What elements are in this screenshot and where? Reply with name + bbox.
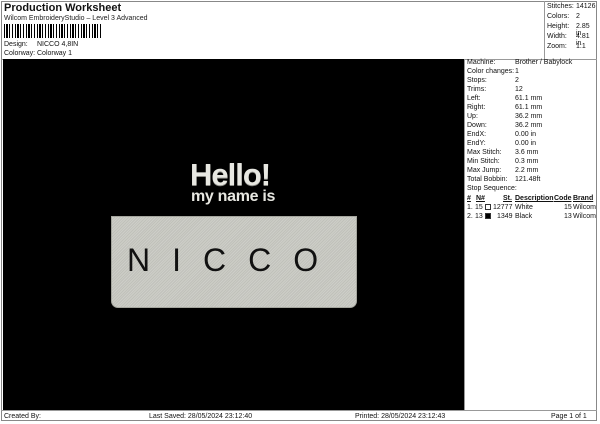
summary-row: Zoom: 1:1 xyxy=(547,43,586,50)
page-title: Production Worksheet xyxy=(4,2,122,14)
info-row: Stops: 2 xyxy=(467,77,519,84)
page-number: Page 1 of 1 xyxy=(551,413,587,420)
printed-date: Printed: 28/05/2024 23:12:43 xyxy=(355,413,446,420)
info-row: Min Stitch: 0.3 mm xyxy=(467,158,539,165)
summary-row: Width: 4.81 in xyxy=(547,33,590,47)
info-row: EndY: 0.00 in xyxy=(467,140,537,147)
color-swatch xyxy=(485,204,491,210)
column-header: N# xyxy=(476,195,485,202)
info-row: Trims: 12 xyxy=(467,86,523,93)
info-row: Total Bobbin: 121.48ft xyxy=(467,176,541,183)
info-divider xyxy=(464,59,465,410)
column-header: Brand xyxy=(573,195,594,202)
summary-row: Height: 2.85 in xyxy=(547,23,590,37)
column-header: Code xyxy=(554,195,572,202)
barcode xyxy=(4,24,102,38)
info-row: Color changes: 1 xyxy=(467,68,519,75)
info-row: EndX: 0.00 in xyxy=(467,131,537,138)
name-text: NICCO xyxy=(127,242,341,278)
design-value: NICCO 4,8IN xyxy=(37,41,79,48)
stop-sequence-title: Stop Sequence: xyxy=(467,185,517,192)
info-row: Machine: Brother / Babylock xyxy=(467,59,573,66)
summary-row: Colors: 2 xyxy=(547,13,580,20)
info-row: Up: 36.2 mm xyxy=(467,113,543,120)
colorway-value: Colorway 1 xyxy=(37,50,73,57)
info-row: Max Stitch: 3.6 mm xyxy=(467,149,539,156)
column-header: # xyxy=(467,195,471,202)
summary-divider xyxy=(544,1,545,59)
my-name-is-text: my name is xyxy=(191,188,276,205)
hello-text: Hello! xyxy=(190,157,271,192)
design-label: Design: xyxy=(4,41,28,48)
column-header: St. xyxy=(503,195,512,202)
last-saved: Last Saved: 28/05/2024 23:12:40 xyxy=(149,413,253,420)
info-row: Right: 61.1 mm xyxy=(467,104,543,111)
colorway-label: Colorway: xyxy=(4,50,36,57)
column-header: Description xyxy=(515,195,554,202)
color-swatch xyxy=(485,213,491,219)
info-row: Down: 36.2 mm xyxy=(467,122,543,129)
footer-divider xyxy=(1,410,597,411)
created-by: Created By: xyxy=(4,413,41,420)
info-row: Left: 61.1 mm xyxy=(467,95,543,102)
summary-row: Stitches: 14126 xyxy=(547,3,596,10)
design-preview: Hello! my name is NICCO xyxy=(3,59,464,410)
software-subtitle: Wilcom EmbroideryStudio – Level 3 Advanc… xyxy=(4,15,148,22)
info-row: Max Jump: 2.2 mm xyxy=(467,167,539,174)
